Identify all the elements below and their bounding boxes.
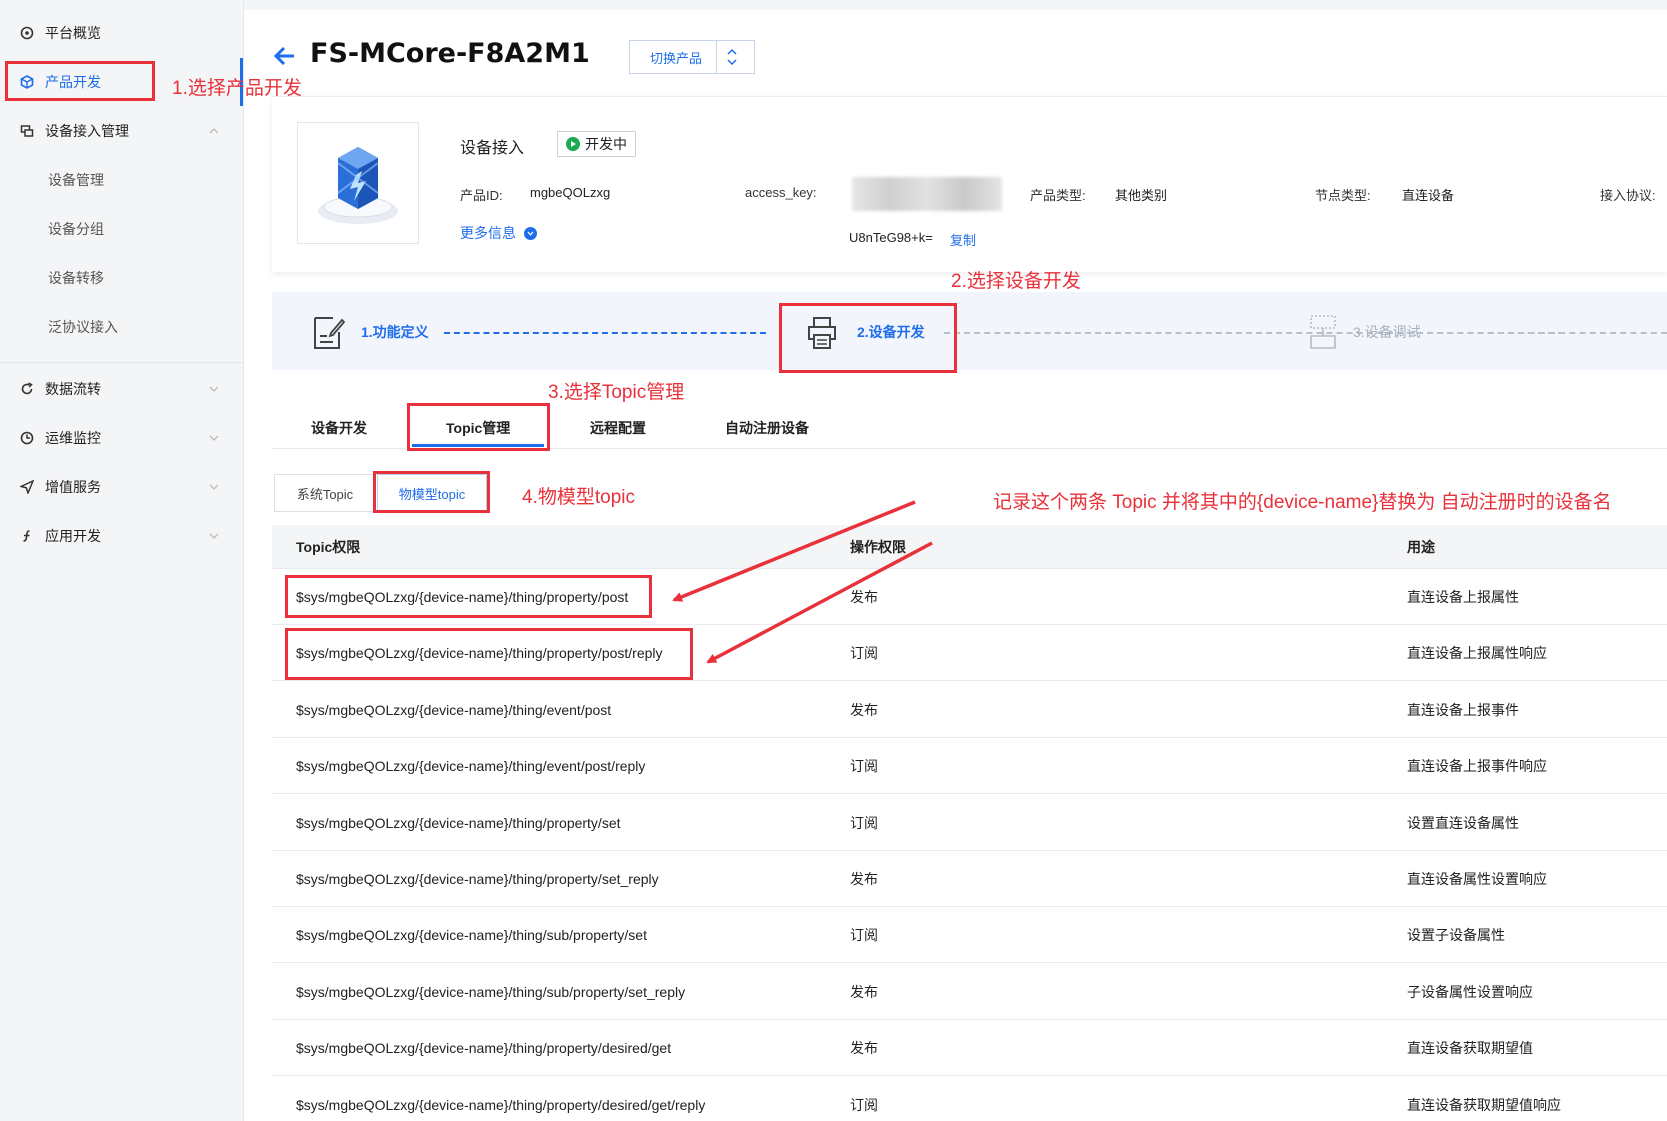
annotation-arrows bbox=[672, 500, 933, 664]
annotation-arrow-1 bbox=[672, 500, 916, 602]
annotation-arrow-2 bbox=[706, 541, 933, 664]
